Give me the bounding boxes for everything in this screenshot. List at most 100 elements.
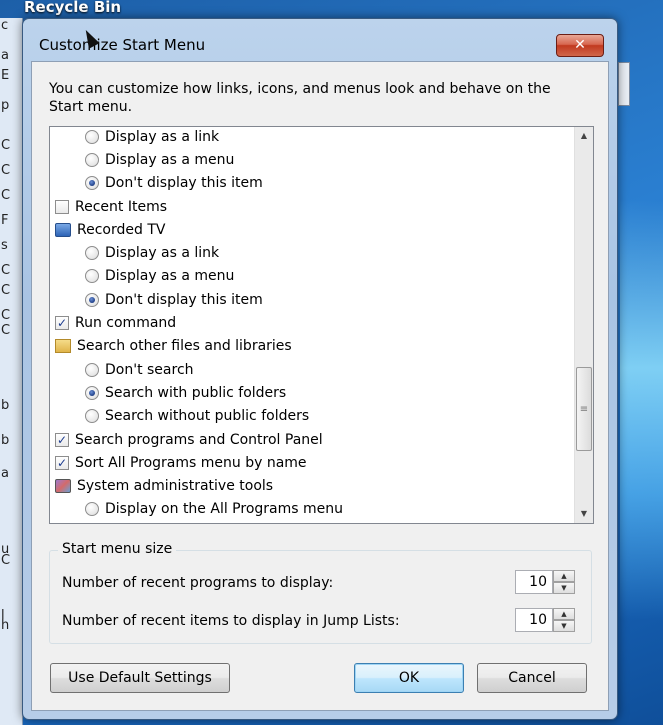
recorded-tv-icon [55,222,71,237]
background-text-fragment: p [1,98,10,113]
cancel-button[interactable]: Cancel [477,663,587,693]
background-text-fragment: C [1,323,11,338]
background-text-fragment: C [1,308,11,323]
list-item[interactable]: ✓ Search programs and Control Panel [50,428,570,451]
background-window-edge [618,62,630,106]
jump-list-spin-buttons[interactable]: ▲ ▼ [553,608,575,632]
radio-button[interactable] [85,362,99,377]
desktop-wallpaper-glow [620,200,663,620]
spin-down-icon[interactable]: ▼ [553,582,575,594]
radio-button[interactable] [85,246,99,261]
list-item-label: Don't display this item [105,175,263,192]
admin-tools-icon [55,479,71,494]
radio-button-selected[interactable] [85,292,99,307]
list-item[interactable]: Search with public folders [50,381,570,404]
list-item[interactable]: Recent Items [50,195,570,218]
close-button[interactable]: ✕ [556,34,604,57]
background-text-fragment: C [1,283,11,298]
jump-list-label: Number of recent items to display in Jum… [62,613,400,629]
list-item-label: Display as a link [105,128,220,145]
ok-button[interactable]: OK [354,663,464,693]
radio-button-selected[interactable] [85,176,99,191]
list-item-label: System administrative tools [77,478,274,495]
options-list-items: Display as a link Display as a menu Don't … [50,127,570,521]
list-item[interactable]: ✓ Sort All Programs menu by name [50,451,570,474]
use-default-settings-button[interactable]: Use Default Settings [50,663,230,693]
background-text-fragment: C [1,138,11,153]
start-menu-options-list[interactable]: Display as a link Display as a menu Don't … [49,126,594,524]
list-item[interactable]: Search without public folders [50,405,570,428]
list-item-label: Display as a menu [105,151,235,168]
start-menu-size-group: Start menu size Number of recent program… [49,541,592,644]
spin-down-icon[interactable]: ▼ [553,620,575,632]
close-icon: ✕ [574,37,586,53]
background-text-fragment: E [1,68,10,83]
list-item[interactable]: Search other files and libraries [50,335,570,358]
list-item[interactable]: Don't display this item [50,172,570,195]
list-item[interactable]: Display as a link [50,241,570,264]
recent-programs-spin-buttons[interactable]: ▲ ▼ [553,570,575,594]
scroll-down-arrow-icon[interactable]: ▼ [575,505,593,523]
background-text-fragment: a [1,466,9,481]
scroll-up-arrow-icon[interactable]: ▲ [575,127,593,145]
radio-button[interactable] [85,409,99,424]
list-item-label: Recent Items [75,198,167,215]
radio-button[interactable] [85,502,99,517]
list-item-label: Display as a menu [105,268,235,285]
list-item[interactable]: Don't display this item [50,288,570,311]
background-text-fragment: b [1,398,10,413]
background-text-fragment: C [1,263,11,278]
list-item-label: Search programs and Control Panel [75,431,323,448]
jump-list-stepper[interactable]: 10 ▲ ▼ [515,608,575,632]
radio-button-selected[interactable] [85,385,99,400]
list-item[interactable]: Don't search [50,358,570,381]
spin-up-icon[interactable]: ▲ [553,608,575,620]
dialog-titlebar[interactable]: Customize Start Menu ✕ [23,19,617,61]
background-window: caEpCCCFsCCCCbbauClh [0,18,23,725]
customize-start-menu-dialog: Customize Start Menu ✕ You can customize… [22,18,618,720]
list-item[interactable]: System administrative tools [50,474,570,497]
background-text-fragment: C [1,553,11,568]
list-item[interactable]: Recorded TV [50,218,570,241]
background-text-fragment: C [1,188,11,203]
scrollbar-thumb[interactable]: ≡ [576,367,592,451]
list-item-label: Don't display this item [105,291,263,308]
list-item[interactable]: Display as a link [50,127,570,148]
background-text-fragment: h [1,618,10,633]
list-item-label: Search other files and libraries [77,338,292,355]
list-item-label: Search with public folders [105,384,287,401]
list-item[interactable]: Display on the All Programs menu [50,498,570,521]
list-item[interactable]: Display as a menu [50,148,570,171]
checkbox[interactable] [55,199,69,214]
list-item-label: Recorded TV [77,221,166,238]
radio-button[interactable] [85,269,99,284]
dialog-client-area: You can customize how links, icons, and … [31,61,609,711]
list-item-label: Sort All Programs menu by name [75,454,307,471]
list-item-label: Display as a link [105,245,220,262]
list-item-label: Run command [75,315,177,332]
recent-programs-label: Number of recent programs to display: [62,575,334,591]
spin-up-icon[interactable]: ▲ [553,570,575,582]
jump-list-value[interactable]: 10 [515,608,553,632]
background-text-fragment: F [1,213,9,228]
dialog-title: Customize Start Menu [39,36,206,54]
vertical-scrollbar[interactable]: ▲ ≡ ▼ [574,127,593,523]
recent-programs-stepper[interactable]: 10 ▲ ▼ [515,570,575,594]
desktop-window-title: Recycle Bin [24,0,122,16]
list-item[interactable]: ✓ Run command [50,311,570,334]
checkbox-checked[interactable]: ✓ [55,455,69,470]
dialog-description: You can customize how links, icons, and … [49,81,551,115]
background-text-fragment: C [1,163,11,178]
recent-programs-value[interactable]: 10 [515,570,553,594]
radio-button[interactable] [85,129,99,144]
group-title: Start menu size [58,541,177,557]
background-text-fragment: c [1,18,9,33]
checkbox-checked[interactable]: ✓ [55,316,69,331]
checkbox-checked[interactable]: ✓ [55,432,69,447]
background-text-fragment: a [1,48,9,63]
list-item[interactable]: Display as a menu [50,265,570,288]
radio-button[interactable] [85,152,99,167]
background-text-fragment: s [1,238,8,253]
list-item-label: Don't search [105,361,194,378]
background-text-fragment: b [1,433,10,448]
